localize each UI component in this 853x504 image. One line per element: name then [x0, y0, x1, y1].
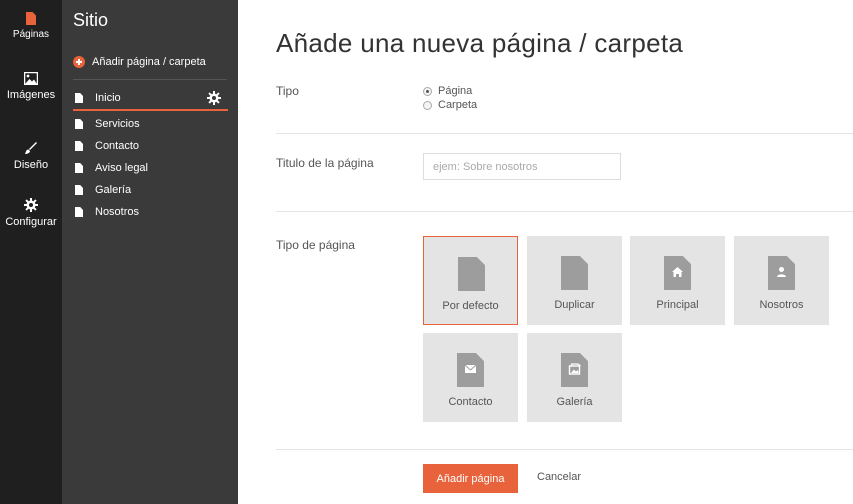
- tile-duplicar[interactable]: Duplicar: [527, 236, 622, 325]
- page-settings-gear-icon[interactable]: [207, 91, 221, 105]
- page-item-inicio[interactable]: Inicio: [73, 87, 228, 111]
- site-title: Sitio: [73, 10, 109, 30]
- tile-principal[interactable]: Principal: [630, 236, 725, 325]
- page-item-servicios[interactable]: Servicios: [73, 113, 228, 135]
- page-item-galeria[interactable]: Galería: [73, 179, 228, 201]
- home-icon: [672, 267, 683, 277]
- page-item-label: Servicios: [95, 118, 140, 130]
- tile-label: Contacto: [448, 396, 493, 408]
- add-page-button[interactable]: Añadir página: [423, 464, 518, 493]
- file-icon: [75, 163, 83, 173]
- plus-circle-icon: [73, 56, 85, 68]
- radio-circle: [423, 100, 432, 110]
- tile-nosotros[interactable]: Nosotros: [734, 236, 829, 325]
- page-item-nosotros[interactable]: Nosotros: [73, 201, 228, 223]
- page-item-label: Galería: [95, 184, 132, 196]
- gear-icon: [24, 198, 38, 212]
- page-item-contacto[interactable]: Contacto: [73, 135, 228, 157]
- divider: [73, 79, 227, 80]
- tile-label: Por defecto: [442, 300, 499, 312]
- divider: [276, 133, 853, 134]
- radio-label: Carpeta: [438, 99, 478, 111]
- nav-label: Configurar: [5, 216, 57, 228]
- file-icon: [75, 119, 83, 129]
- nav-label: Diseño: [13, 159, 49, 171]
- titulo-label: Titulo de la página: [276, 156, 374, 170]
- document-icon: [561, 256, 588, 290]
- tipo-pagina-label: Tipo de página: [276, 238, 355, 252]
- radio-carpeta[interactable]: Carpeta: [423, 98, 477, 112]
- gallery-icon: [568, 363, 581, 375]
- envelope-icon: [464, 364, 477, 373]
- site-panel: Sitio Añadir página / carpeta Inicio Ser…: [62, 0, 238, 504]
- tile-galeria[interactable]: Galería: [527, 333, 622, 422]
- page-item-label: Contacto: [95, 140, 140, 152]
- radio-label: Página: [438, 85, 473, 97]
- tipo-label: Tipo: [276, 84, 299, 98]
- radio-pagina[interactable]: Página: [423, 84, 477, 98]
- add-page-folder-button[interactable]: Añadir página / carpeta: [73, 56, 206, 68]
- nav-item-imagenes[interactable]: Imágenes: [0, 72, 62, 101]
- nav-item-configurar[interactable]: Configurar: [0, 198, 62, 228]
- tile-contacto[interactable]: Contacto: [423, 333, 518, 422]
- page-title-input[interactable]: [423, 153, 621, 180]
- tipo-radio-group: Página Carpeta: [423, 84, 477, 112]
- document-icon: [458, 257, 485, 291]
- page-item-label: Nosotros: [95, 206, 140, 218]
- person-icon: [777, 267, 786, 277]
- tile-label: Nosotros: [759, 299, 804, 311]
- tile-label: Principal: [656, 299, 699, 311]
- tile-por-defecto[interactable]: Por defecto: [423, 236, 518, 325]
- nav-label: Páginas: [12, 29, 50, 40]
- divider: [276, 449, 853, 450]
- page-list: Inicio Servicios Contacto Aviso legal Ga…: [73, 87, 228, 223]
- file-icon: [26, 12, 36, 25]
- nav-item-paginas[interactable]: Páginas: [0, 12, 62, 40]
- radio-circle: [423, 86, 432, 96]
- cancel-button[interactable]: Cancelar: [537, 471, 581, 483]
- nav-item-diseno[interactable]: Diseño: [0, 142, 62, 171]
- page-item-label: Inicio: [95, 92, 121, 104]
- file-icon: [75, 141, 83, 151]
- nav-label: Imágenes: [6, 89, 56, 101]
- main-nav: Páginas Imágenes Diseño Configurar: [0, 0, 62, 504]
- page-title: Añade una nueva página / carpeta: [276, 28, 684, 58]
- file-icon: [75, 207, 83, 217]
- page-item-aviso-legal[interactable]: Aviso legal: [73, 157, 228, 179]
- file-icon: [75, 93, 83, 103]
- divider: [276, 211, 853, 212]
- brush-icon: [25, 142, 37, 154]
- tile-label: Galería: [556, 396, 593, 408]
- page-item-label: Aviso legal: [95, 162, 148, 174]
- image-icon: [24, 72, 38, 85]
- file-icon: [75, 185, 83, 195]
- tile-label: Duplicar: [554, 299, 595, 311]
- add-page-folder-label: Añadir página / carpeta: [92, 56, 206, 68]
